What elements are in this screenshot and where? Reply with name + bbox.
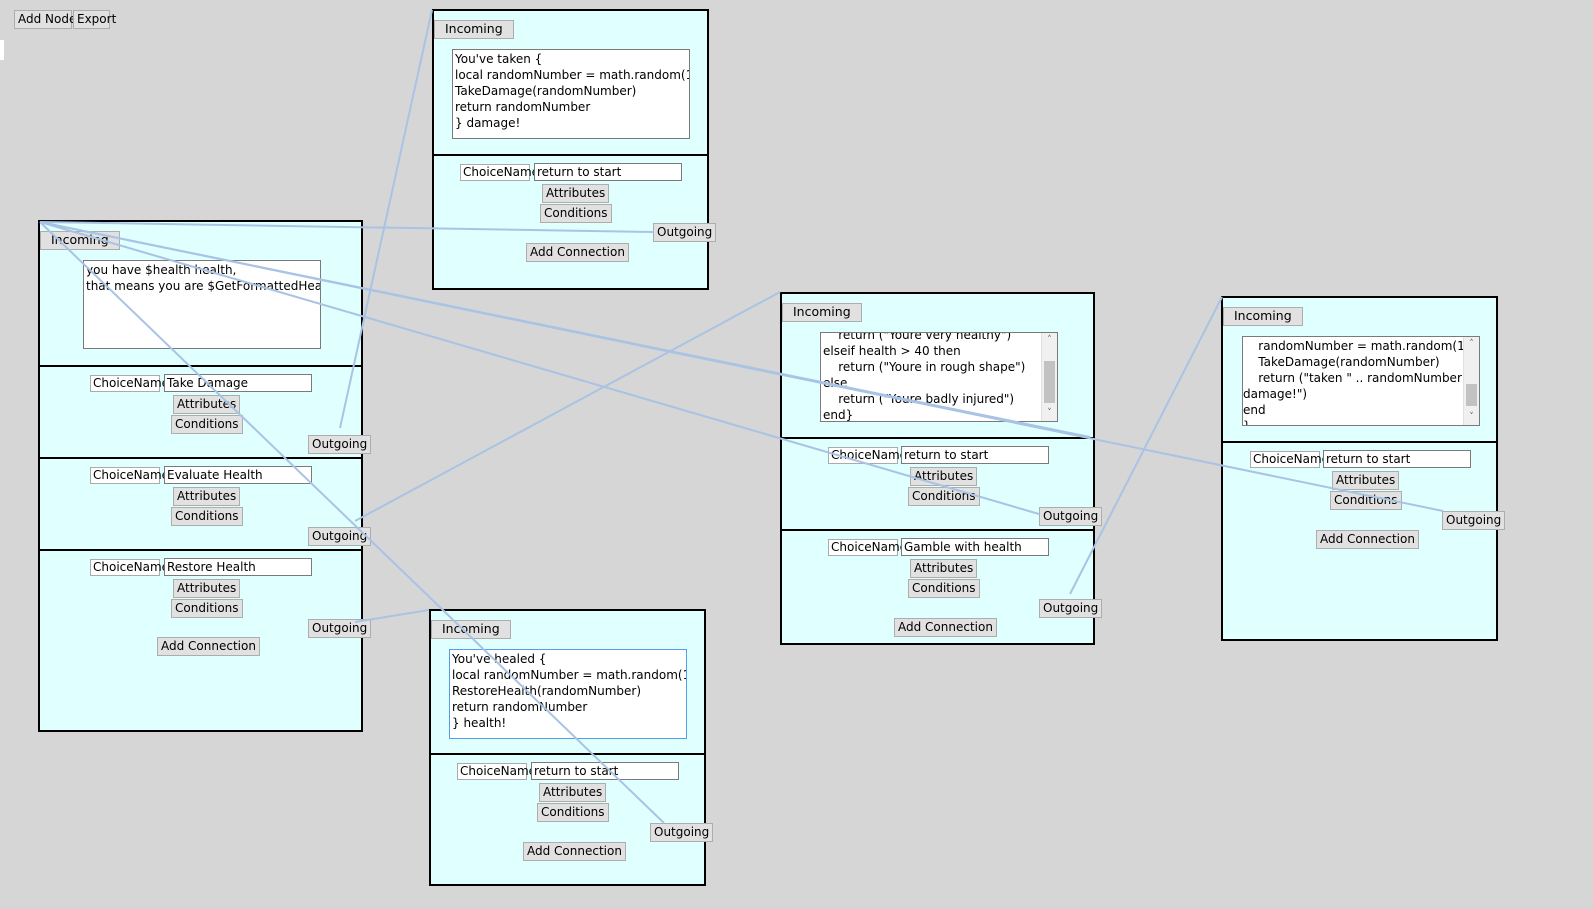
scroll-down-icon[interactable]: ˅: [1464, 410, 1479, 425]
connection-line: [354, 291, 781, 522]
incoming-button[interactable]: Incoming: [431, 620, 511, 639]
node-text-area[interactable]: You've taken { local randomNumber = math…: [452, 49, 690, 139]
choice-section: ChoiceName return to start Attributes Co…: [1223, 443, 1506, 641]
choice-name-label: ChoiceName: [90, 467, 169, 484]
choice-name-label: ChoiceName: [460, 164, 539, 181]
outgoing-button[interactable]: Outgoing: [1039, 599, 1103, 618]
choice-name-input[interactable]: return to start: [901, 446, 1049, 464]
incoming-button[interactable]: Incoming: [782, 303, 862, 322]
conditions-button[interactable]: Conditions: [540, 204, 612, 223]
attributes-button[interactable]: Attributes: [1332, 471, 1400, 490]
incoming-button[interactable]: Incoming: [1223, 307, 1303, 326]
choice-section: ChoiceName Take Damage Attributes Condit…: [40, 367, 372, 459]
node-text-area[interactable]: randomNumber = math.random(1, 50) TakeDa…: [1242, 336, 1480, 426]
incoming-button[interactable]: Incoming: [434, 20, 514, 39]
add-connection-button[interactable]: Add Connection: [1316, 530, 1419, 549]
choice-name-label: ChoiceName: [457, 763, 536, 780]
story-node-start[interactable]: Incoming you have $health health, that m…: [38, 220, 372, 732]
add-connection-button[interactable]: Add Connection: [523, 842, 626, 861]
scroll-up-icon[interactable]: ˄: [1042, 333, 1057, 348]
outgoing-button[interactable]: Outgoing: [650, 823, 714, 842]
attributes-button[interactable]: Attributes: [173, 579, 241, 598]
node-text-content: randomNumber = math.random(1, 50) TakeDa…: [1243, 339, 1479, 426]
choice-section: ChoiceName return to start Attributes Co…: [434, 156, 717, 290]
attributes-button[interactable]: Attributes: [173, 395, 241, 414]
node-text-content: return ("Youre very healthy") elseif hea…: [823, 332, 1026, 422]
outgoing-button[interactable]: Outgoing: [308, 619, 372, 638]
choice-name-input[interactable]: return to start: [1323, 450, 1471, 468]
choice-name-label: ChoiceName: [90, 375, 169, 392]
outgoing-button[interactable]: Outgoing: [308, 527, 372, 546]
scroll-down-icon[interactable]: ˅: [1042, 406, 1057, 421]
attributes-button[interactable]: Attributes: [542, 184, 610, 203]
export-button[interactable]: Export: [73, 10, 116, 29]
scrollbar-thumb[interactable]: [1466, 384, 1477, 406]
story-node-gamble[interactable]: Incoming randomNumber = math.random(1, 5…: [1221, 296, 1506, 641]
story-node-restore-health[interactable]: Incoming You've healed { local randomNum…: [429, 609, 714, 886]
choice-section: ChoiceName Restore Health Attributes Con…: [40, 551, 372, 732]
choice-section: ChoiceName Gamble with health Attributes…: [782, 531, 1103, 645]
node-text-area[interactable]: You've healed { local randomNumber = mat…: [449, 649, 687, 739]
outgoing-button[interactable]: Outgoing: [653, 223, 717, 242]
node-text-area[interactable]: you have $health health, that means you …: [83, 260, 321, 349]
node-header-section: Incoming return ("Youre very healthy") e…: [782, 294, 1093, 439]
node-text-area[interactable]: return ("Youre very healthy") elseif hea…: [820, 332, 1058, 422]
choice-name-input[interactable]: return to start: [531, 762, 679, 780]
choice-name-label: ChoiceName: [1250, 451, 1329, 468]
choice-name-input[interactable]: Take Damage: [164, 374, 312, 392]
choice-section: ChoiceName Evaluate Health Attributes Co…: [40, 459, 372, 551]
add-connection-button[interactable]: Add Connection: [526, 243, 629, 262]
vertical-scrollbar[interactable]: ˄ ˅: [1463, 337, 1479, 425]
vertical-scrollbar[interactable]: ˄ ˅: [1041, 333, 1057, 421]
node-header-section: Incoming randomNumber = math.random(1, 5…: [1223, 298, 1496, 443]
conditions-button[interactable]: Conditions: [171, 599, 243, 618]
choice-section: ChoiceName return to start Attributes Co…: [431, 755, 714, 886]
attributes-button[interactable]: Attributes: [910, 559, 978, 578]
node-header-section: Incoming you have $health health, that m…: [40, 222, 361, 367]
add-connection-button[interactable]: Add Connection: [157, 637, 260, 656]
conditions-button[interactable]: Conditions: [171, 415, 243, 434]
attributes-button[interactable]: Attributes: [910, 467, 978, 486]
attributes-button[interactable]: Attributes: [539, 783, 607, 802]
choice-name-label: ChoiceName: [90, 559, 169, 576]
story-node-evaluate-health[interactable]: Incoming return ("Youre very healthy") e…: [780, 292, 1103, 645]
add-connection-button[interactable]: Add Connection: [894, 618, 997, 637]
incoming-button[interactable]: Incoming: [40, 231, 120, 250]
choice-name-label: ChoiceName: [828, 539, 907, 556]
choice-name-input[interactable]: Gamble with health: [901, 538, 1049, 556]
choice-name-input[interactable]: return to start: [534, 163, 682, 181]
node-header-section: Incoming You've healed { local randomNum…: [431, 611, 704, 755]
scrollbar-thumb[interactable]: [1044, 361, 1055, 403]
attributes-button[interactable]: Attributes: [173, 487, 241, 506]
add-node-button[interactable]: Add Node: [14, 10, 76, 29]
outgoing-button[interactable]: Outgoing: [308, 435, 372, 454]
choice-name-input[interactable]: Restore Health: [164, 558, 312, 576]
choice-name-input[interactable]: Evaluate Health: [164, 466, 312, 484]
conditions-button[interactable]: Conditions: [171, 507, 243, 526]
conditions-button[interactable]: Conditions: [908, 487, 980, 506]
conditions-button[interactable]: Conditions: [1330, 491, 1402, 510]
scroll-up-icon[interactable]: ˄: [1464, 337, 1479, 352]
conditions-button[interactable]: Conditions: [908, 579, 980, 598]
choice-section: ChoiceName return to start Attributes Co…: [782, 439, 1103, 531]
conditions-button[interactable]: Conditions: [537, 803, 609, 822]
story-node-take-damage[interactable]: Incoming You've taken { local randomNumb…: [432, 9, 717, 290]
outgoing-button[interactable]: Outgoing: [1442, 511, 1506, 530]
choice-name-label: ChoiceName: [828, 447, 907, 464]
node-header-section: Incoming You've taken { local randomNumb…: [434, 11, 707, 156]
background-window-edge: [0, 40, 4, 60]
outgoing-button[interactable]: Outgoing: [1039, 507, 1103, 526]
